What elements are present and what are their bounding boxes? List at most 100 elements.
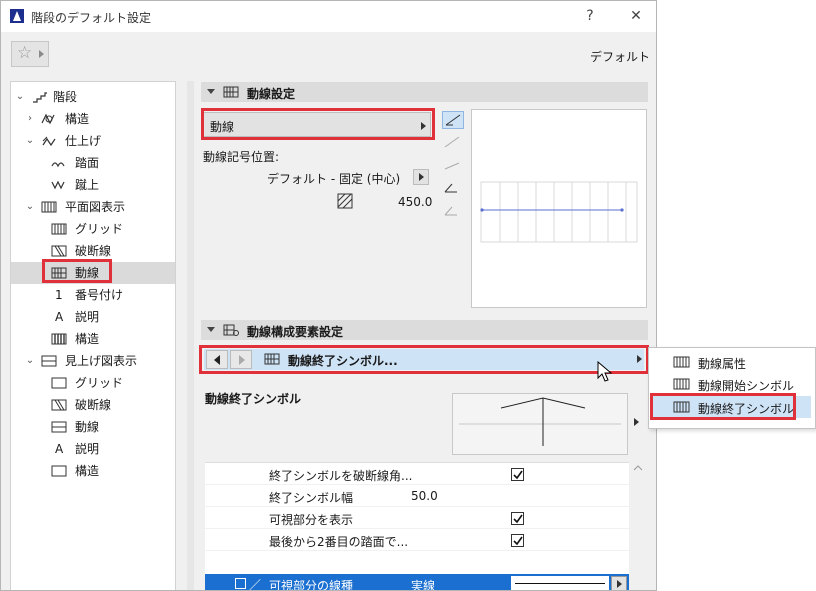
tree-item-floor-plan[interactable]: ⌄ 平面図表示 [11,196,175,218]
components-panel-header[interactable]: 動線構成要素設定 [201,320,648,340]
walking-line-icon [51,421,67,433]
property-value: 実線 [411,579,436,591]
property-row[interactable]: 終了シンボル幅 50.0 [205,485,629,507]
walking-line-icon [673,378,690,390]
walking-line-icon [673,401,690,413]
tree-item-label: 番号付け [75,288,124,302]
chevron-down-icon[interactable]: ⌄ [25,350,35,372]
arrow-left-icon [214,355,220,365]
tree-item-ceiling-structure[interactable]: 構造 [11,460,175,482]
break-line-icon [51,245,67,257]
line-type-row[interactable]: ／ 可視部分の線種 実線 [205,574,629,591]
arrow-right-icon [239,355,245,365]
chevron-down-icon[interactable]: ⌄ [25,196,35,218]
tree-item-break-line[interactable]: 破断線 [11,240,175,262]
tree-item-ceiling-description[interactable]: A 説明 [11,438,175,460]
tree-item-reflected-ceiling[interactable]: ⌄ 見上げ図表示 [11,350,175,372]
tree-item-numbering[interactable]: 1 番号付け [11,284,175,306]
chevron-down-icon[interactable]: ⌄ [25,130,35,152]
tree-item-ceiling-walking-line[interactable]: 動線 [11,416,175,438]
tree-item-stair[interactable]: ⌄ 階段 [11,86,175,108]
chevron-right-icon[interactable]: › [25,108,35,130]
tree-item-label: 説明 [75,442,100,456]
line-type-dropdown-button[interactable] [611,576,627,590]
scrollbar[interactable] [187,81,194,590]
favorites-button[interactable]: ☆ [11,41,49,67]
window-title: 階段のデフォルト設定 [31,11,152,25]
tree-item-label: 踏面 [75,156,100,170]
component-selector-bar[interactable]: 動線終了シンボル... [204,349,644,370]
menu-item-end-symbol[interactable]: 動線終了シンボル [653,396,811,418]
property-checkbox[interactable] [511,512,524,525]
property-label: 可視部分の線種 [269,579,354,591]
chevron-right-icon[interactable] [634,418,639,426]
property-checkbox[interactable] [511,468,524,481]
symbol-position-button[interactable] [413,169,429,185]
archicad-app-icon [10,9,24,23]
tree-item-label: 説明 [75,310,100,324]
walking-line-dropdown[interactable]: 動線 [203,112,431,137]
chevron-down-icon[interactable]: ⌄ [15,86,25,108]
line-visibility-checkbox[interactable] [235,578,246,589]
walking-line-panel-header[interactable]: 動線設定 [201,82,648,102]
tree-item-riser[interactable]: 蹴上 [11,174,175,196]
structure-icon [41,113,55,125]
help-button[interactable]: ? [579,6,601,26]
tree-item-label: 仕上げ [65,134,102,148]
tree-item-ceiling-grid[interactable]: グリッド [11,372,175,394]
tree-item-grid[interactable]: グリッド [11,218,175,240]
property-row[interactable]: 可視部分を表示 [205,507,629,529]
property-label: 最後から2番目の踏面で... [269,535,409,549]
property-row[interactable]: 最後から2番目の踏面で... [205,529,629,551]
next-component-button[interactable] [230,350,252,369]
tree-item-structure-plan[interactable]: 構造 [11,328,175,350]
property-checkbox[interactable] [511,534,524,547]
tree-item-label: 動線 [75,420,100,434]
walking-line-preview [471,109,647,308]
walking-line-style-1-icon[interactable] [442,111,464,129]
property-label: 終了シンボルを破断線角... [269,469,413,483]
chevron-right-icon [637,355,642,363]
tree-item-ceiling-break-line[interactable]: 破断線 [11,394,175,416]
default-label: デフォルト [589,50,650,64]
collapse-arrow-icon [207,327,215,332]
menu-item-start-symbol[interactable]: 動線開始シンボル [653,373,811,395]
walking-line-style-3-icon[interactable] [442,157,464,175]
walking-line-icon [223,86,239,98]
previous-component-button[interactable] [206,350,228,369]
symbol-position-label: 動線記号位置: [203,150,280,164]
star-icon: ☆ [17,43,33,63]
properties-scrollbar[interactable] [632,462,644,590]
component-selector-label: 動線終了シンボル... [288,354,398,368]
chevron-right-icon [419,173,424,181]
menu-item-walking-line-attributes[interactable]: 動線属性 [653,351,811,373]
walking-line-icon [673,356,690,368]
reflected-ceiling-icon [41,355,57,367]
line-type-preview[interactable] [511,576,609,590]
title-bar: 階段のデフォルト設定 ? ✕ [1,1,656,32]
menu-item-label: 動線開始シンボル [698,379,795,393]
line-slash-icon: ／ [249,578,262,591]
tree-item-walking-line[interactable]: 動線 [11,262,175,284]
settings-tree: ⌄ 階段 › 構造 ⌄ 仕上げ 踏面 蹴上 ⌄ 平面図表示 グリッド 破断線 動… [10,81,176,590]
tree-item-finish[interactable]: ⌄ 仕上げ [11,130,175,152]
tree-item-structure[interactable]: › 構造 [11,108,175,130]
break-line-icon [51,399,67,411]
menu-item-label: 動線終了シンボル [698,402,795,416]
walking-line-style-2-icon[interactable] [442,134,464,152]
property-value[interactable]: 50.0 [411,489,438,503]
stair-icon [33,92,47,103]
end-symbol-preview [452,393,628,455]
walking-line-style-5-icon[interactable] [442,203,464,221]
walking-line-style-4-icon[interactable] [442,180,464,198]
tree-item-label: 構造 [65,112,90,126]
collapse-arrow-icon [207,89,215,94]
grid-icon [51,223,67,235]
property-row[interactable]: 終了シンボルを破断線角... [205,463,629,485]
walking-line-icon [51,267,67,279]
mouse-cursor-icon [597,361,613,382]
tree-item-tread[interactable]: 踏面 [11,152,175,174]
dropdown-arrow-icon [39,50,44,58]
close-button[interactable]: ✕ [625,6,647,26]
tree-item-description[interactable]: A 説明 [11,306,175,328]
